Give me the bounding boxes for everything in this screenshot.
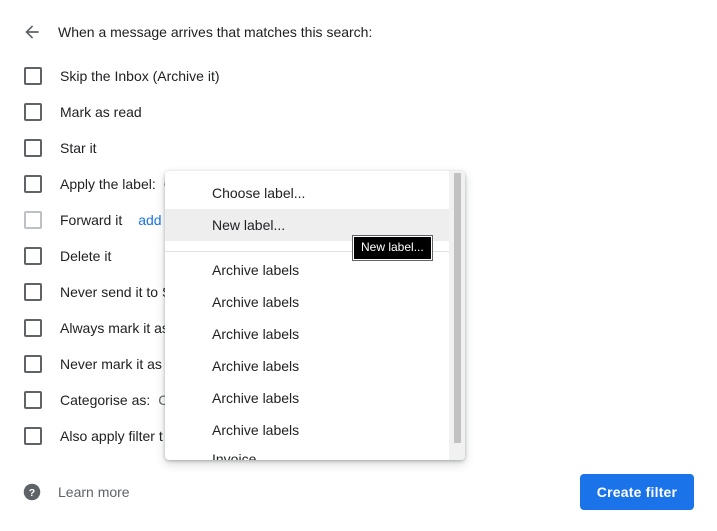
menu-scrollbar[interactable] (449, 171, 465, 460)
action-skip-inbox[interactable]: Skip the Inbox (Archive it) (24, 64, 220, 88)
checkbox[interactable] (24, 175, 42, 193)
back-arrow-icon[interactable] (22, 22, 42, 42)
action-always-important[interactable]: Always mark it as (24, 316, 169, 340)
help-icon[interactable]: ? (23, 483, 41, 501)
action-label: Skip the Inbox (Archive it) (60, 68, 220, 84)
add-forwarding-link[interactable]: add (138, 212, 161, 228)
action-delete[interactable]: Delete it (24, 244, 111, 268)
action-never-spam[interactable]: Never send it to S (24, 280, 171, 304)
checkbox[interactable] (24, 319, 42, 337)
checkbox[interactable] (24, 67, 42, 85)
action-label: Categorise as: (60, 392, 151, 408)
menu-item-label[interactable]: Archive labels (165, 318, 449, 350)
menu-item-label[interactable]: Archive labels (165, 350, 449, 382)
action-apply-existing[interactable]: Also apply filter t (24, 424, 163, 448)
action-label: Always mark it as (60, 320, 169, 336)
svg-text:?: ? (29, 487, 35, 499)
action-label: Never send it to S (60, 284, 172, 300)
filter-header: When a message arrives that matches this… (58, 24, 373, 40)
action-label: Delete it (60, 248, 112, 264)
action-apply-label[interactable]: Apply the label: C (24, 172, 174, 196)
menu-scrollbar-thumb[interactable] (454, 173, 461, 443)
checkbox[interactable] (24, 247, 42, 265)
checkbox[interactable] (24, 355, 42, 373)
checkbox[interactable] (24, 391, 42, 409)
checkbox[interactable] (24, 211, 42, 229)
action-label: Mark as read (60, 104, 142, 120)
label-dropdown-menu[interactable]: Choose label... New label... Archive lab… (165, 171, 465, 460)
menu-item-label[interactable]: Archive labels (165, 414, 449, 446)
create-filter-button[interactable]: Create filter (580, 474, 694, 510)
menu-item-label[interactable]: Archive labels (165, 286, 449, 318)
learn-more-link[interactable]: Learn more (58, 484, 130, 500)
action-forward[interactable]: Forward it add (24, 208, 162, 232)
action-label: Also apply filter t (60, 428, 163, 444)
action-star[interactable]: Star it (24, 136, 97, 160)
menu-item-label[interactable]: Archive labels (165, 382, 449, 414)
new-label-tooltip: New label... (352, 235, 433, 261)
action-label: Never mark it as (60, 356, 162, 372)
action-categorise[interactable]: Categorise as: C (24, 388, 168, 412)
action-mark-read[interactable]: Mark as read (24, 100, 142, 124)
checkbox[interactable] (24, 427, 42, 445)
menu-item-choose-label[interactable]: Choose label... (165, 177, 449, 209)
menu-item-label[interactable]: Invoice (165, 443, 449, 460)
action-label: Star it (60, 140, 97, 156)
checkbox[interactable] (24, 139, 42, 157)
action-never-important[interactable]: Never mark it as (24, 352, 162, 376)
checkbox[interactable] (24, 103, 42, 121)
action-label: Apply the label: (60, 176, 156, 192)
checkbox[interactable] (24, 283, 42, 301)
action-label: Forward it (60, 212, 123, 228)
